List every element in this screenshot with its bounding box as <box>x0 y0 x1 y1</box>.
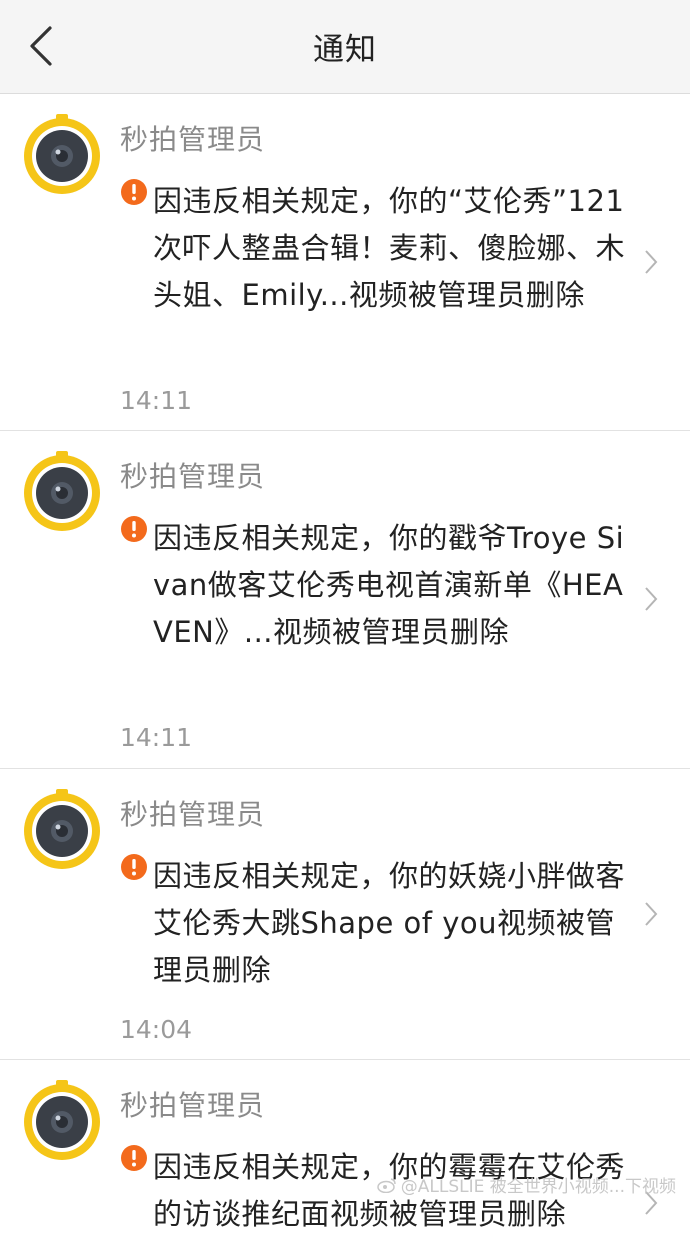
notification-message: 因违反相关规定，你的妖娆小胖做客艾伦秀大跳Shape of you视频被管理员删… <box>153 859 626 987</box>
notification-list: 秒拍管理员 因违反相关规定，你的“艾伦秀”121次吓人整蛊合辑！麦莉、傻脸娜、木… <box>0 94 690 1231</box>
warning-icon <box>121 1145 147 1171</box>
notification-time: 14:04 <box>120 1015 193 1044</box>
camera-avatar-icon <box>24 789 100 869</box>
watermark: @ALLSLIE 被全世界小视频...下视频 <box>377 1172 676 1197</box>
camera-avatar-icon <box>24 114 100 194</box>
notification-time: 14:11 <box>120 386 193 415</box>
warning-icon <box>121 516 147 542</box>
sender-name: 秒拍管理员 <box>120 460 266 493</box>
notification-item[interactable]: 秒拍管理员 因违反相关规定，你的戳爷Troye Sivan做客艾伦秀电视首演新单… <box>0 431 690 769</box>
notification-time: 14:11 <box>120 723 193 752</box>
notification-message: 因违反相关规定，你的戳爷Troye Sivan做客艾伦秀电视首演新单《HEAVE… <box>153 521 625 649</box>
notification-item[interactable]: 秒拍管理员 因违反相关规定，你的妖娆小胖做客艾伦秀大跳Shape of you视… <box>0 769 690 1060</box>
sender-name: 秒拍管理员 <box>120 123 266 156</box>
weibo-logo-icon <box>377 1177 396 1193</box>
page-title: 通知 <box>313 32 377 68</box>
chevron-right-icon[interactable] <box>642 247 660 277</box>
sender-name: 秒拍管理员 <box>120 1089 266 1122</box>
camera-avatar-icon <box>24 451 100 531</box>
notification-item[interactable]: 秒拍管理员 因违反相关规定，你的“艾伦秀”121次吓人整蛊合辑！麦莉、傻脸娜、木… <box>0 94 690 431</box>
warning-icon <box>121 179 147 205</box>
warning-icon <box>121 854 147 880</box>
chevron-right-icon[interactable] <box>642 584 660 614</box>
watermark-text: @ALLSLIE 被全世界小视频...下视频 <box>400 1177 676 1197</box>
camera-avatar-icon <box>24 1080 100 1160</box>
nav-bar: 通知 <box>0 0 690 94</box>
notification-message: 因违反相关规定，你的“艾伦秀”121次吓人整蛊合辑！麦莉、傻脸娜、木头姐、Emi… <box>153 184 626 312</box>
chevron-right-icon[interactable] <box>642 899 660 929</box>
sender-name: 秒拍管理员 <box>120 798 266 831</box>
